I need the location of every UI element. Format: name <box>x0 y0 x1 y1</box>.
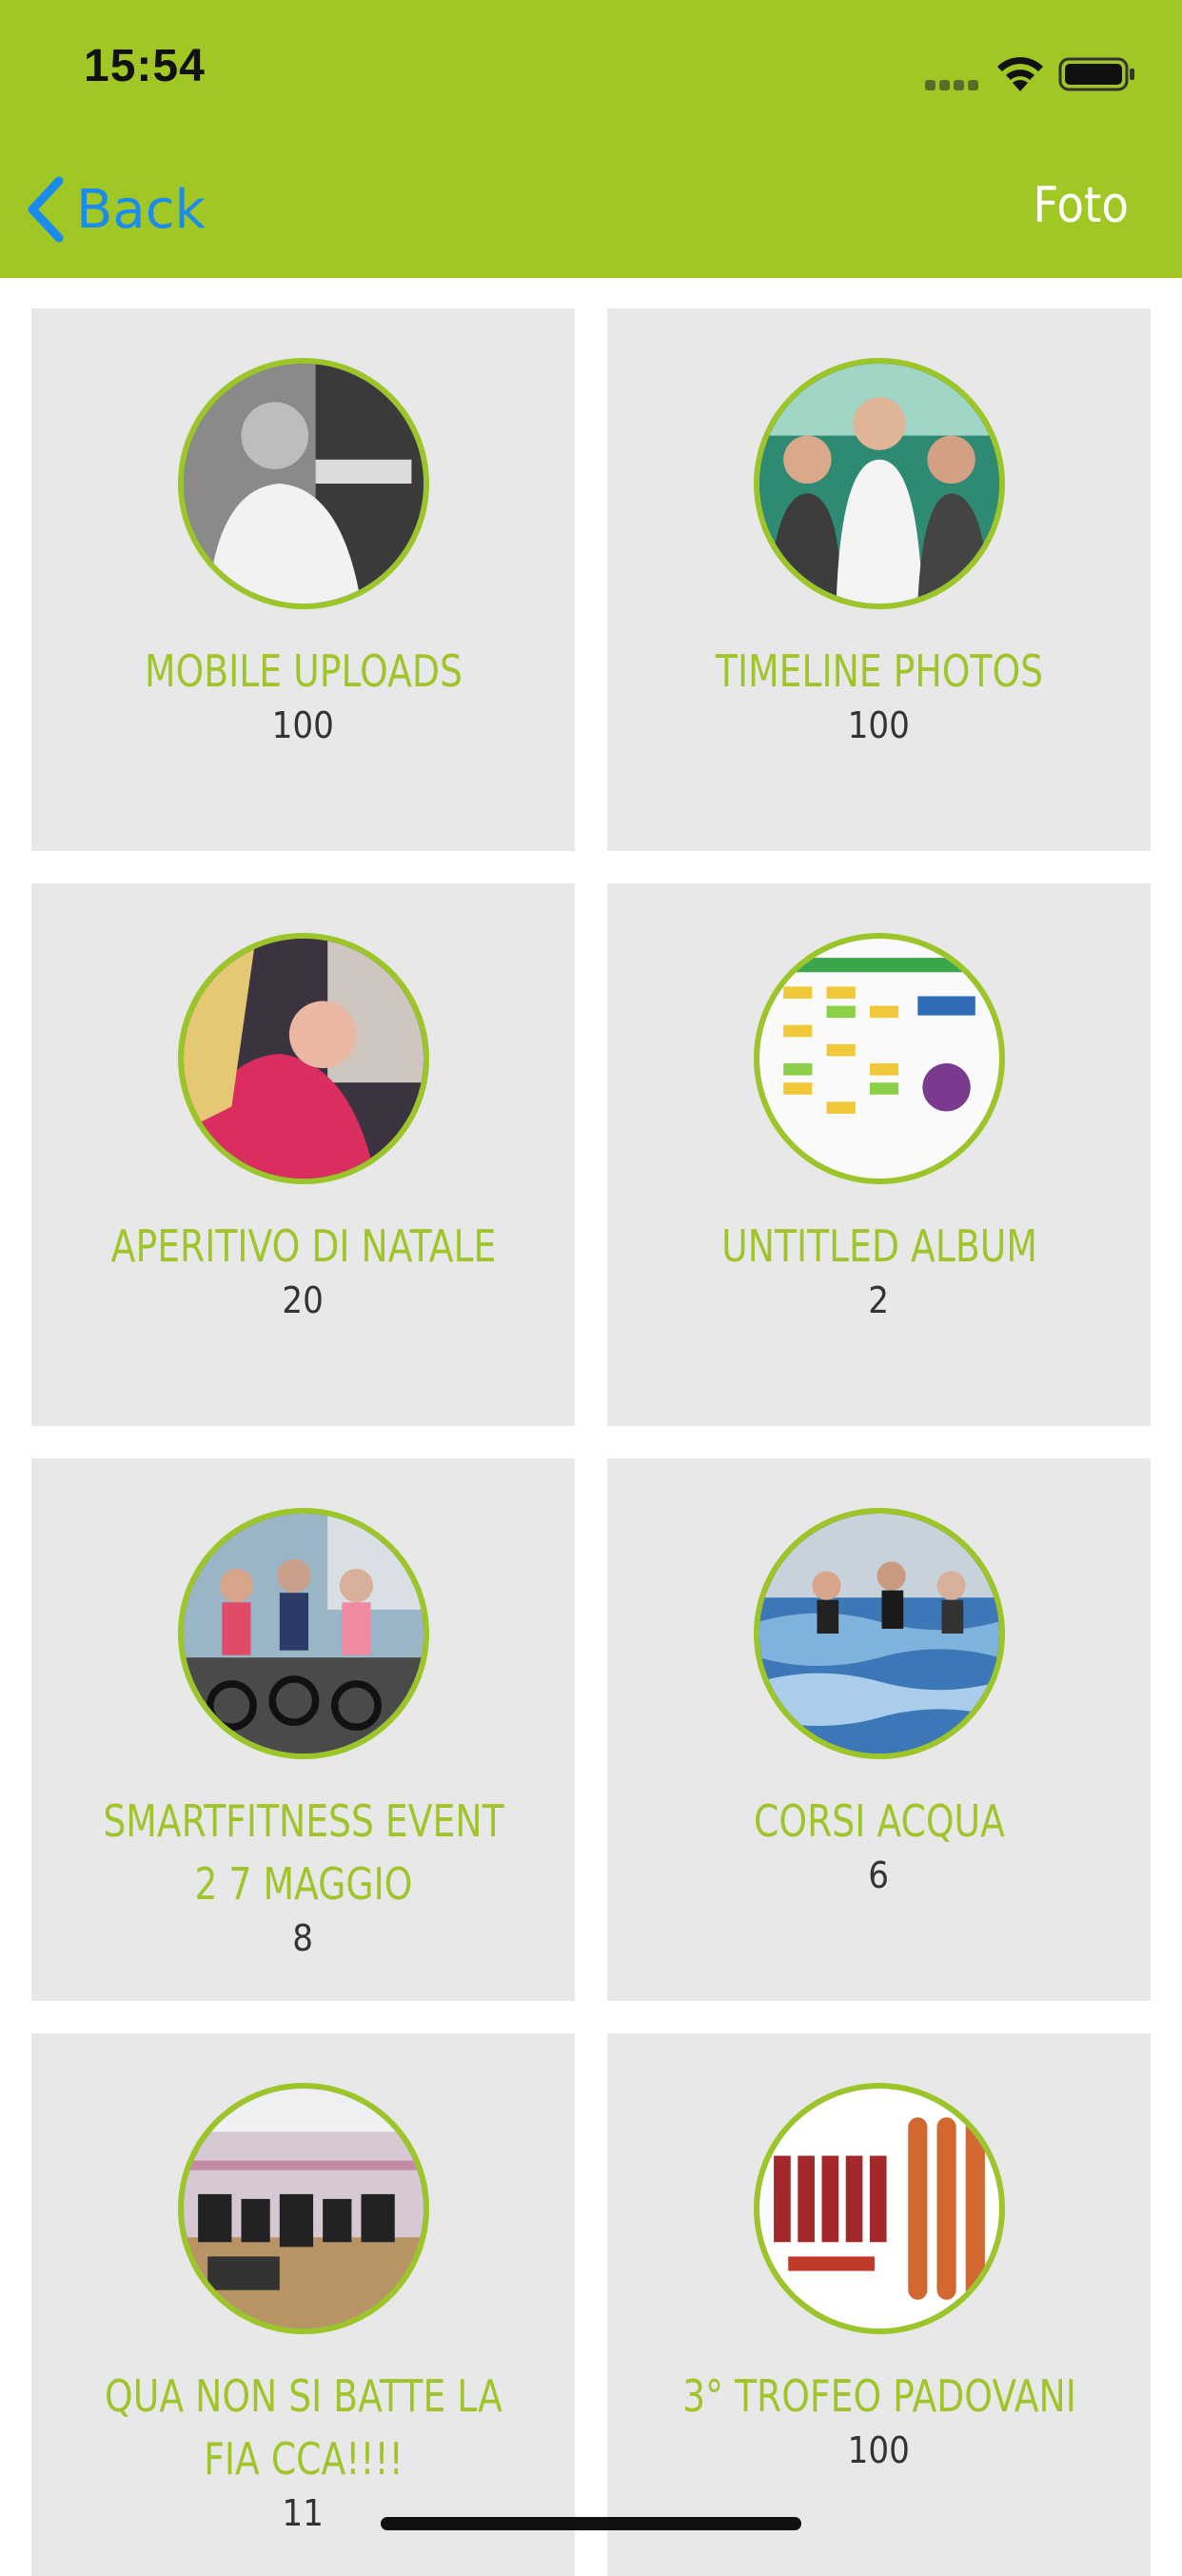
album-title: TIMELINE PHOTOS <box>715 645 1043 697</box>
album-card[interactable]: TIMELINE PHOTOS 100 <box>607 308 1151 851</box>
sponsor-logo-photo-icon <box>753 2083 1005 2334</box>
album-title: UNTITLED ALBUM <box>720 1220 1037 1272</box>
home-indicator[interactable] <box>381 2517 801 2530</box>
album-card[interactable]: MOBILE UPLOADS 100 <box>31 308 575 851</box>
album-title: MOBILE UPLOADS <box>144 645 463 697</box>
album-title: APERITIVO DI NATALE <box>110 1220 496 1272</box>
page-title: Foto <box>1033 177 1129 234</box>
album-card[interactable]: QUA NON SI BATTE LA FIA CCA!!!! 11 <box>31 2033 575 2576</box>
album-grid: MOBILE UPLOADS 100 TIMELINE PHOTOS 100 A… <box>31 308 1151 2576</box>
status-time: 15:54 <box>84 41 206 91</box>
album-photo-count: 100 <box>847 2429 911 2471</box>
album-photo-count: 100 <box>847 704 911 746</box>
album-card[interactable]: CORSI ACQUA 6 <box>607 1458 1151 2001</box>
woman-photo-icon <box>177 933 429 1184</box>
chevron-left-icon <box>28 176 64 243</box>
back-label: Back <box>76 178 206 241</box>
schedule-poster-photo-icon <box>753 933 1005 1184</box>
album-photo-count: 11 <box>282 2492 325 2534</box>
album-title: SMARTFITNESS EVENT 2 7 MAGGIO <box>102 1795 504 1910</box>
album-title: QUA NON SI BATTE LA FIA CCA!!!! <box>104 2370 502 2485</box>
wifi-icon <box>997 57 1043 91</box>
album-card[interactable]: UNTITLED ALBUM 2 <box>607 883 1151 1426</box>
spinning-class-photo-icon <box>177 1508 429 1759</box>
man-portrait-photo-icon <box>177 358 429 609</box>
album-title: CORSI ACQUA <box>753 1795 1005 1847</box>
album-card[interactable]: SMARTFITNESS EVENT 2 7 MAGGIO 8 <box>31 1458 575 2001</box>
cellular-signal-icon <box>925 76 984 90</box>
album-photo-count: 20 <box>282 1279 325 1321</box>
album-title: 3° TROFEO PADOVANI <box>681 2370 1076 2422</box>
album-card[interactable]: APERITIVO DI NATALE 20 <box>31 883 575 1426</box>
album-card[interactable]: 3° TROFEO PADOVANI 100 <box>607 2033 1151 2576</box>
album-photo-count: 6 <box>868 1854 890 1896</box>
gym-room-photo-icon <box>177 2083 429 2334</box>
pool-class-photo-icon <box>753 1508 1005 1759</box>
group-photo-icon <box>753 358 1005 609</box>
album-photo-count: 2 <box>868 1279 890 1321</box>
album-photo-count: 100 <box>271 704 335 746</box>
back-button[interactable]: Back <box>25 171 234 248</box>
album-photo-count: 8 <box>292 1917 314 1959</box>
navigation-bar: 15:54 Back Foto <box>0 0 1182 278</box>
battery-icon <box>1058 57 1134 91</box>
